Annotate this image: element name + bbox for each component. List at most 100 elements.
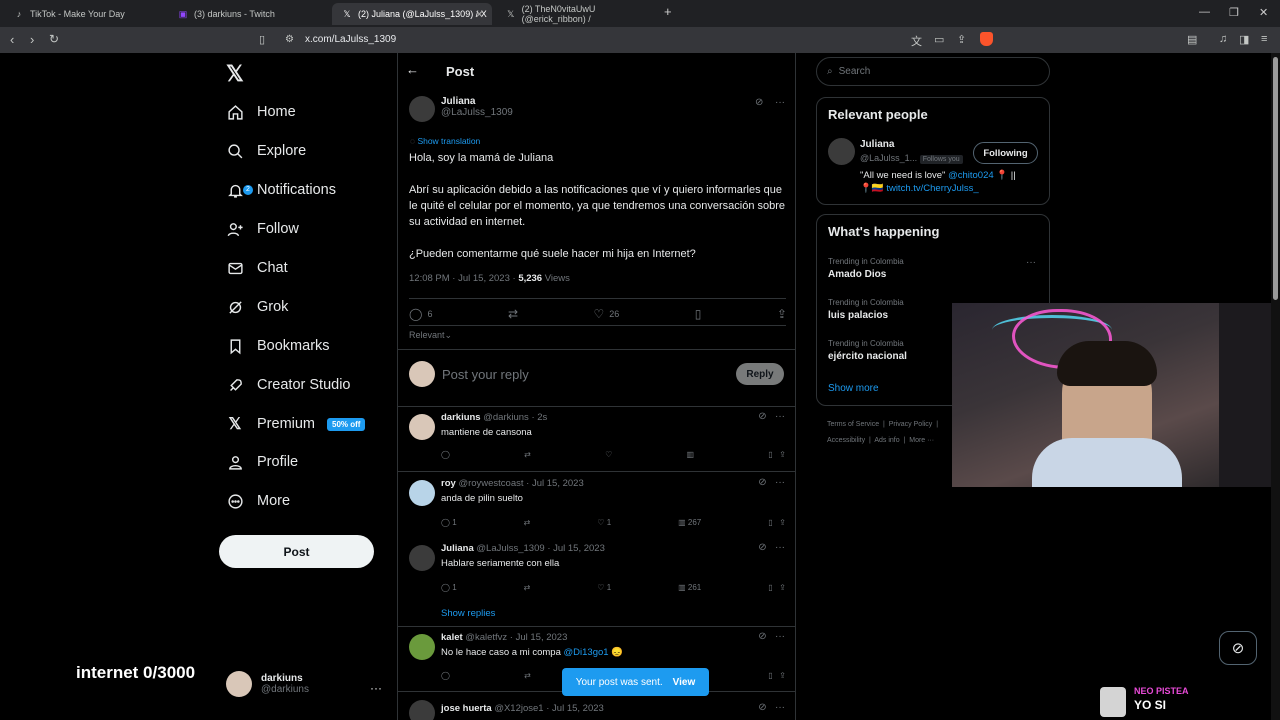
menu-icon[interactable]: ≡ [1261,33,1267,45]
bookmark-share-icons[interactable]: ▯ ⇪ [768,518,786,527]
nav-chat[interactable]: Chat [226,253,288,283]
trend-item[interactable]: Trending in Colombia Amado Dios [828,257,904,280]
browser-tab-juliana[interactable]: 𝕏 (2) Juliana (@LaJulss_1309) / X ✕ [332,3,492,25]
repost-icon[interactable]: ⇄ [524,583,531,592]
reply-more-icon[interactable]: ··· [775,542,785,553]
show-more-link[interactable]: Show more [828,383,879,394]
nav-profile[interactable]: Profile [226,447,298,477]
bookmark-page-icon[interactable]: ▯ [259,33,265,46]
brave-shield-icon[interactable] [980,32,993,46]
grok-explain-icon[interactable]: ⊘ [755,97,763,108]
post-button[interactable]: Post [219,535,374,568]
nav-more[interactable]: More [226,486,290,516]
nav-premium[interactable]: 𝕏 Premium 50% off [226,409,366,439]
close-tab-icon[interactable]: ✕ [475,8,484,21]
restore-icon[interactable]: ❐ [1229,6,1239,19]
reply-action[interactable]: ◯ 1 [441,583,457,592]
close-window-icon[interactable]: ✕ [1259,6,1268,19]
cast-icon[interactable]: ▭ [934,33,944,46]
reply-action[interactable]: ◯ 1 [441,518,457,527]
reply-more-icon[interactable]: ··· [775,702,785,713]
forward-icon[interactable]: › [30,32,34,47]
trend-item[interactable]: Trending in Colombia ejército nacional [828,339,907,362]
like-action[interactable]: ♡ 1 [597,518,611,527]
grok-explain-icon[interactable]: ⊘ [758,542,766,553]
bookmark-share-icons[interactable]: ▯ ⇪ [768,671,786,680]
views-action[interactable]: ▥ 267 [678,518,701,527]
trend-more-icon[interactable]: ··· [1026,257,1036,268]
reload-icon[interactable]: ↻ [49,32,59,46]
bookmark-share-icons[interactable]: ▯ ⇪ [768,450,786,459]
nav-explore[interactable]: Explore [226,136,306,166]
media-icon[interactable]: ♫ [1219,33,1227,45]
site-settings-icon[interactable]: ⚙ [285,34,294,45]
split-view-icon[interactable]: ◨ [1239,33,1249,46]
heart-icon[interactable]: ♡ [605,450,612,459]
repost-icon[interactable]: ⇄ [524,518,531,527]
reply-icon[interactable]: ◯ [441,671,450,680]
grok-explain-icon[interactable]: ⊘ [758,702,766,713]
account-switcher[interactable]: darkiuns @darkiuns [226,671,309,697]
grok-explain-icon[interactable]: ⊘ [758,477,766,488]
footer-accessibility[interactable]: Accessibility [827,437,865,444]
reply-item[interactable]: darkiuns @darkiuns · 2s mantiene de cans… [398,408,796,471]
back-arrow-icon[interactable]: ← [406,62,426,82]
following-button[interactable]: Following [973,142,1038,164]
post-author[interactable]: Juliana @LaJulss_1309 [409,96,513,122]
minimize-icon[interactable]: — [1199,6,1210,18]
nav-home[interactable]: Home [226,97,296,127]
relevant-person[interactable]: Juliana @LaJulss_1... Follows you [860,139,963,164]
views-icon[interactable]: ▥ [686,450,694,459]
scrollbar-thumb[interactable] [1273,57,1278,300]
nav-grok[interactable]: Grok [226,292,288,322]
reply-icon[interactable]: ◯ [441,450,450,459]
url-field[interactable]: x.com/LaJulss_1309 [305,34,396,45]
like-action[interactable]: ♡ 1 [597,583,611,592]
grok-explain-icon[interactable]: ⊘ [758,411,766,422]
bio-link[interactable]: twitch.tv/CherryJulss_ [886,183,978,194]
bookmark-icon[interactable]: ▯ [695,307,702,321]
account-more-icon[interactable]: ··· [370,681,382,695]
share-icon[interactable]: ⇪ [777,307,787,321]
reply-button[interactable]: Reply [736,363,784,385]
reply-more-icon[interactable]: ··· [775,411,785,422]
repost-icon[interactable]: ⇄ [524,671,531,680]
reply-more-icon[interactable]: ··· [775,631,785,642]
views-action[interactable]: ▥ 261 [678,583,701,592]
nav-notifications[interactable]: 2 Notifications [226,175,336,205]
post-more-icon[interactable]: ··· [775,97,785,108]
browser-tab-tiktok[interactable]: ♪ TikTok - Make Your Day [4,3,169,25]
back-icon[interactable]: ‹ [10,32,14,47]
toast-view-link[interactable]: View [673,677,696,688]
footer-more[interactable]: More ··· [909,437,934,444]
reply-action[interactable]: ◯ 6 [409,307,432,321]
grok-explain-icon[interactable]: ⊘ [758,631,766,642]
translate-icon[interactable]: 文 [911,33,922,49]
show-replies-link[interactable]: Show replies [441,608,495,619]
share-icon[interactable]: ⇪ [957,33,966,46]
reply-item[interactable]: jose huerta @X12jose1 · Jul 15, 2023 ⊘ ·… [398,694,796,720]
footer-terms[interactable]: Terms of Service [827,421,879,428]
reply-item[interactable]: Juliana @LaJulss_1309 · Jul 15, 2023 Hab… [398,539,796,627]
reply-input[interactable]: Post your reply [442,367,529,382]
repost-icon[interactable]: ⇄ [508,307,518,321]
bookmark-share-icons[interactable]: ▯ ⇪ [768,583,786,592]
grok-floating-button[interactable]: ⊘ [1219,631,1257,665]
search-input[interactable]: ⌕ Search [816,57,1050,86]
browser-tab-twitch[interactable]: ▣ (3) darkiuns - Twitch [168,3,333,25]
footer-privacy[interactable]: Privacy Policy [889,421,933,428]
sort-replies-dropdown[interactable]: Relevant⌄ [409,330,452,341]
x-logo-icon[interactable]: 𝕏 [226,61,244,87]
nav-follow[interactable]: Follow [226,214,299,244]
reply-more-icon[interactable]: ··· [775,477,785,488]
trend-item[interactable]: Trending in Colombia luis palacios [828,298,904,321]
like-action[interactable]: ♡ 26 [594,307,620,321]
repost-icon[interactable]: ⇄ [524,450,531,459]
nav-bookmarks[interactable]: Bookmarks [226,331,330,361]
mention-link[interactable]: @Di13go1 [564,647,609,658]
reply-item[interactable]: roy @roywestcoast · Jul 15, 2023 anda de… [398,474,796,537]
show-translation-link[interactable]: ◌ Show translation [410,136,480,146]
browser-tab-novita[interactable]: 𝕏 (2) TheN0vitaUwU (@erick_ribbon) / [496,3,661,25]
nav-creator-studio[interactable]: Creator Studio [226,370,351,400]
new-tab-icon[interactable]: + [664,4,672,19]
